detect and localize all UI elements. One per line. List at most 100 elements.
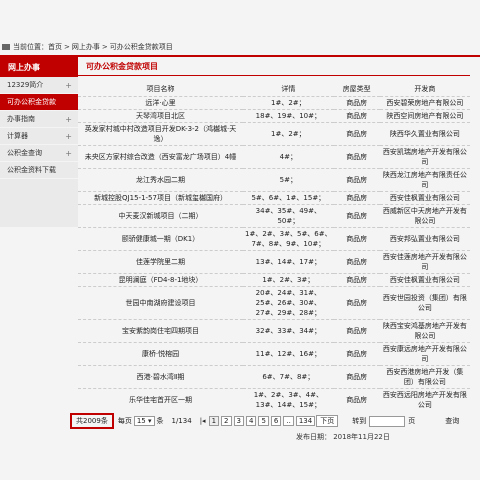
table-row: 中天麦汉新城项目（二期） 34#、35#、49#、50#； 商品房 西威新区中天房地产… <box>78 204 470 228</box>
sidebar-item-intro[interactable]: 12329简介 + <box>0 77 78 94</box>
first-page-icon[interactable]: |◂ <box>200 417 206 425</box>
cell-project-name: 龙江秀水园二期 <box>78 168 244 192</box>
cell-details: 13#、14#、17#； <box>243 250 334 274</box>
cell-developer: 陕西宝安鸿基房地产开发有限公司 <box>379 319 470 343</box>
breadcrumb: 当前位置： 首页 > 网上办事 > 可办公积金贷款项目 <box>0 40 480 54</box>
breadcrumb-home[interactable]: 首页 <box>48 42 62 52</box>
page-link[interactable]: 6 <box>270 416 282 426</box>
cell-developer: 西安世园投资（集团）有限公司 <box>379 286 470 320</box>
sidebar-item-guide[interactable]: 办事指南 + <box>0 111 78 128</box>
cell-developer: 陕西空间房地产有限公司 <box>379 109 470 123</box>
cell-details: 1#、2#； <box>243 122 334 146</box>
pagination: 共2009条 每页 15 ▾ 条 1/134 |◂ 1 2 3 4 5 6.. 134 下页… <box>70 413 472 429</box>
cell-project-name: 颐骄健康城一期（DK1） <box>78 227 244 251</box>
cell-project-name: 远洋·心里 <box>78 96 244 110</box>
table-row: 康桥·悦榕园 11#、12#、16#； 商品房 西安康远房地产开发有限公司 <box>78 342 470 366</box>
cell-details: 11#、12#、16#； <box>243 342 334 366</box>
table-body: 远洋·心里 1#、2#； 商品房 西安碧荣房地产有限公司 天琴湾项目北区 18#、19#、… <box>78 96 470 411</box>
cell-details: 5#； <box>243 168 334 192</box>
sidebar-item-loan-projects[interactable]: 可办公积金贷款 <box>0 94 78 111</box>
page-link[interactable]: 134 <box>295 416 316 426</box>
table-row: 天琴湾项目北区 18#、19#、10#； 商品房 陕西空间房地产有限公司 <box>78 109 470 123</box>
cell-house-type: 商品房 <box>333 109 380 123</box>
page-link[interactable]: 3 <box>233 416 244 426</box>
cell-developer: 西安碧荣房地产有限公司 <box>379 96 470 110</box>
page-link[interactable]: 1 <box>208 416 220 426</box>
sidebar-item-label: 公积金资料下载 <box>7 166 56 174</box>
projects-table: 项目名称 详情 房屋类型 开发商 远洋·心里 1#、2#； 商品房 西安碧荣房地产有限… <box>78 82 470 411</box>
cell-project-name: 英发家村城中村改造项目开发DK-3-2（鸿樾城·天逸） <box>78 122 244 146</box>
per-page-select[interactable]: 15 ▾ <box>133 416 155 426</box>
main-content: 可办公积金贷款项目 项目名称 详情 房屋类型 开发商 远洋·心里 1#、2#； 商品… <box>78 57 470 411</box>
sidebar-item-calculator[interactable]: 计算器 + <box>0 128 78 145</box>
cell-house-type: 商品房 <box>333 227 380 251</box>
cell-project-name: 中天麦汉新城项目（二期） <box>78 204 244 228</box>
table-row: 昆明澜庭（FD4-8-1地块） 1#、2#、3#； 商品房 西安佳枫置业有限公司 <box>78 273 470 287</box>
per-page-label: 每页 <box>117 417 132 425</box>
table-row: 颐骄健康城一期（DK1） 1#、2#、3#、5#、6#、7#、8#、9#、10#；… <box>78 227 470 251</box>
cell-project-name: 天琴湾项目北区 <box>78 109 244 123</box>
page-link[interactable]: .. <box>283 416 294 426</box>
expand-icon: + <box>65 131 72 141</box>
query-button[interactable]: 查询 <box>445 416 459 426</box>
table-row: 英发家村城中村改造项目开发DK-3-2（鸿樾城·天逸） 1#、2#； 商品房 陕西华久… <box>78 122 470 146</box>
table-header-row: 项目名称 详情 房屋类型 开发商 <box>78 82 470 97</box>
breadcrumb-online-service[interactable]: 网上办事 <box>72 42 100 52</box>
cell-project-name: 乐华佳宅首开区一期 <box>78 388 244 411</box>
page-link[interactable]: 2 <box>221 416 232 426</box>
home-icon <box>2 44 10 50</box>
cell-developer: 西安邦弘置业有限公司 <box>379 227 470 251</box>
goto-label: 转到 <box>352 417 367 425</box>
cell-house-type: 商品房 <box>333 122 380 146</box>
cell-details: 18#、19#、10#； <box>243 109 334 123</box>
page-link[interactable]: 4 <box>245 416 257 426</box>
column-header-developer: 开发商 <box>414 85 436 93</box>
total-count: 共2009条 <box>70 413 114 429</box>
cell-developer: 西安佳枫置业有限公司 <box>379 191 470 205</box>
goto-page-input[interactable] <box>369 415 406 427</box>
table-row: 世园中南湖府建设项目 20#、24#、31#、25#、26#、30#、27#、29… <box>78 286 470 320</box>
cell-developer: 西安西港房地产开发（集团）有限公司 <box>379 365 470 389</box>
cell-house-type: 商品房 <box>333 286 380 320</box>
expand-icon: + <box>65 114 72 124</box>
cell-project-name: 西港·碧水湾Ⅱ期 <box>78 365 244 389</box>
table-row: 西港·碧水湾Ⅱ期 6#、7#、8#； 商品房 西安西港房地产开发（集团）有限公司 <box>78 365 470 389</box>
cell-details: 4#； <box>243 145 334 169</box>
sidebar-item-download[interactable]: 公积金资料下载 <box>0 162 78 179</box>
cell-details: 1#、2#、3#、5#、6#、7#、8#、9#、10#； <box>243 227 334 251</box>
sidebar: 网上办事 12329简介 + 可办公积金贷款 办事指南 + 计算器 + 公积金查… <box>0 57 78 227</box>
publish-date: 发布日期： 2018年11月22日 <box>296 433 390 441</box>
cell-details: 34#、35#、49#、50#； <box>243 204 334 228</box>
cell-house-type: 商品房 <box>333 168 380 192</box>
breadcrumb-label: 当前位置： <box>13 43 48 51</box>
cell-house-type: 商品房 <box>333 145 380 169</box>
cell-house-type: 商品房 <box>333 204 380 228</box>
table-row: 新城控股QJ15-1-57项目（新城玺樾国府） 5#、6#、1#、15#； 商品房西… <box>78 191 470 205</box>
cell-house-type: 商品房 <box>333 96 380 110</box>
cell-developer: 西威新区中天房地产开发有限公司 <box>379 204 470 228</box>
cell-house-type: 商品房 <box>333 273 380 287</box>
cell-developer: 陕西华久置业有限公司 <box>379 122 470 146</box>
cell-house-type: 商品房 <box>333 365 380 389</box>
per-page-unit: 条 <box>156 417 164 425</box>
table-row: 龙江秀水园二期 5#； 商品房 陕西龙江房地产有限责任公司 <box>78 168 470 192</box>
next-page-button[interactable]: 下页 <box>316 415 339 427</box>
cell-details: 6#、7#、8#； <box>243 365 334 389</box>
expand-icon: + <box>65 148 72 158</box>
table-row: 宝安紫韵岗住宅四期项目 32#、33#、34#； 商品房 陕西宝安鸿基房地产开发有限公… <box>78 319 470 343</box>
table-row: 乐华佳宅首开区一期 1#、2#、3#、4#、13#、14#、15#； 商品房 西安西远… <box>78 388 470 411</box>
cell-details: 20#、24#、31#、25#、26#、30#、27#、29#、28#； <box>243 286 334 320</box>
cell-developer: 西安康远房地产开发有限公司 <box>379 342 470 366</box>
cell-project-name: 未央区方家村综合改造（西安富龙广场项目）4幢 <box>78 145 244 169</box>
cell-details: 1#、2#； <box>243 96 334 110</box>
column-header-details: 详情 <box>281 85 296 93</box>
breadcrumb-current: 可办公积金贷款项目 <box>109 43 173 51</box>
cell-details: 1#、2#、3#； <box>243 273 334 287</box>
page-link[interactable]: 5 <box>258 416 269 426</box>
cell-house-type: 商品房 <box>333 250 380 274</box>
column-header-type: 房屋类型 <box>342 85 371 93</box>
cell-details: 32#、33#、34#； <box>243 319 334 343</box>
sidebar-item-query[interactable]: 公积金查询 + <box>0 145 78 162</box>
cell-house-type: 商品房 <box>333 319 380 343</box>
cell-developer: 西安佳枫置业有限公司 <box>379 273 470 287</box>
